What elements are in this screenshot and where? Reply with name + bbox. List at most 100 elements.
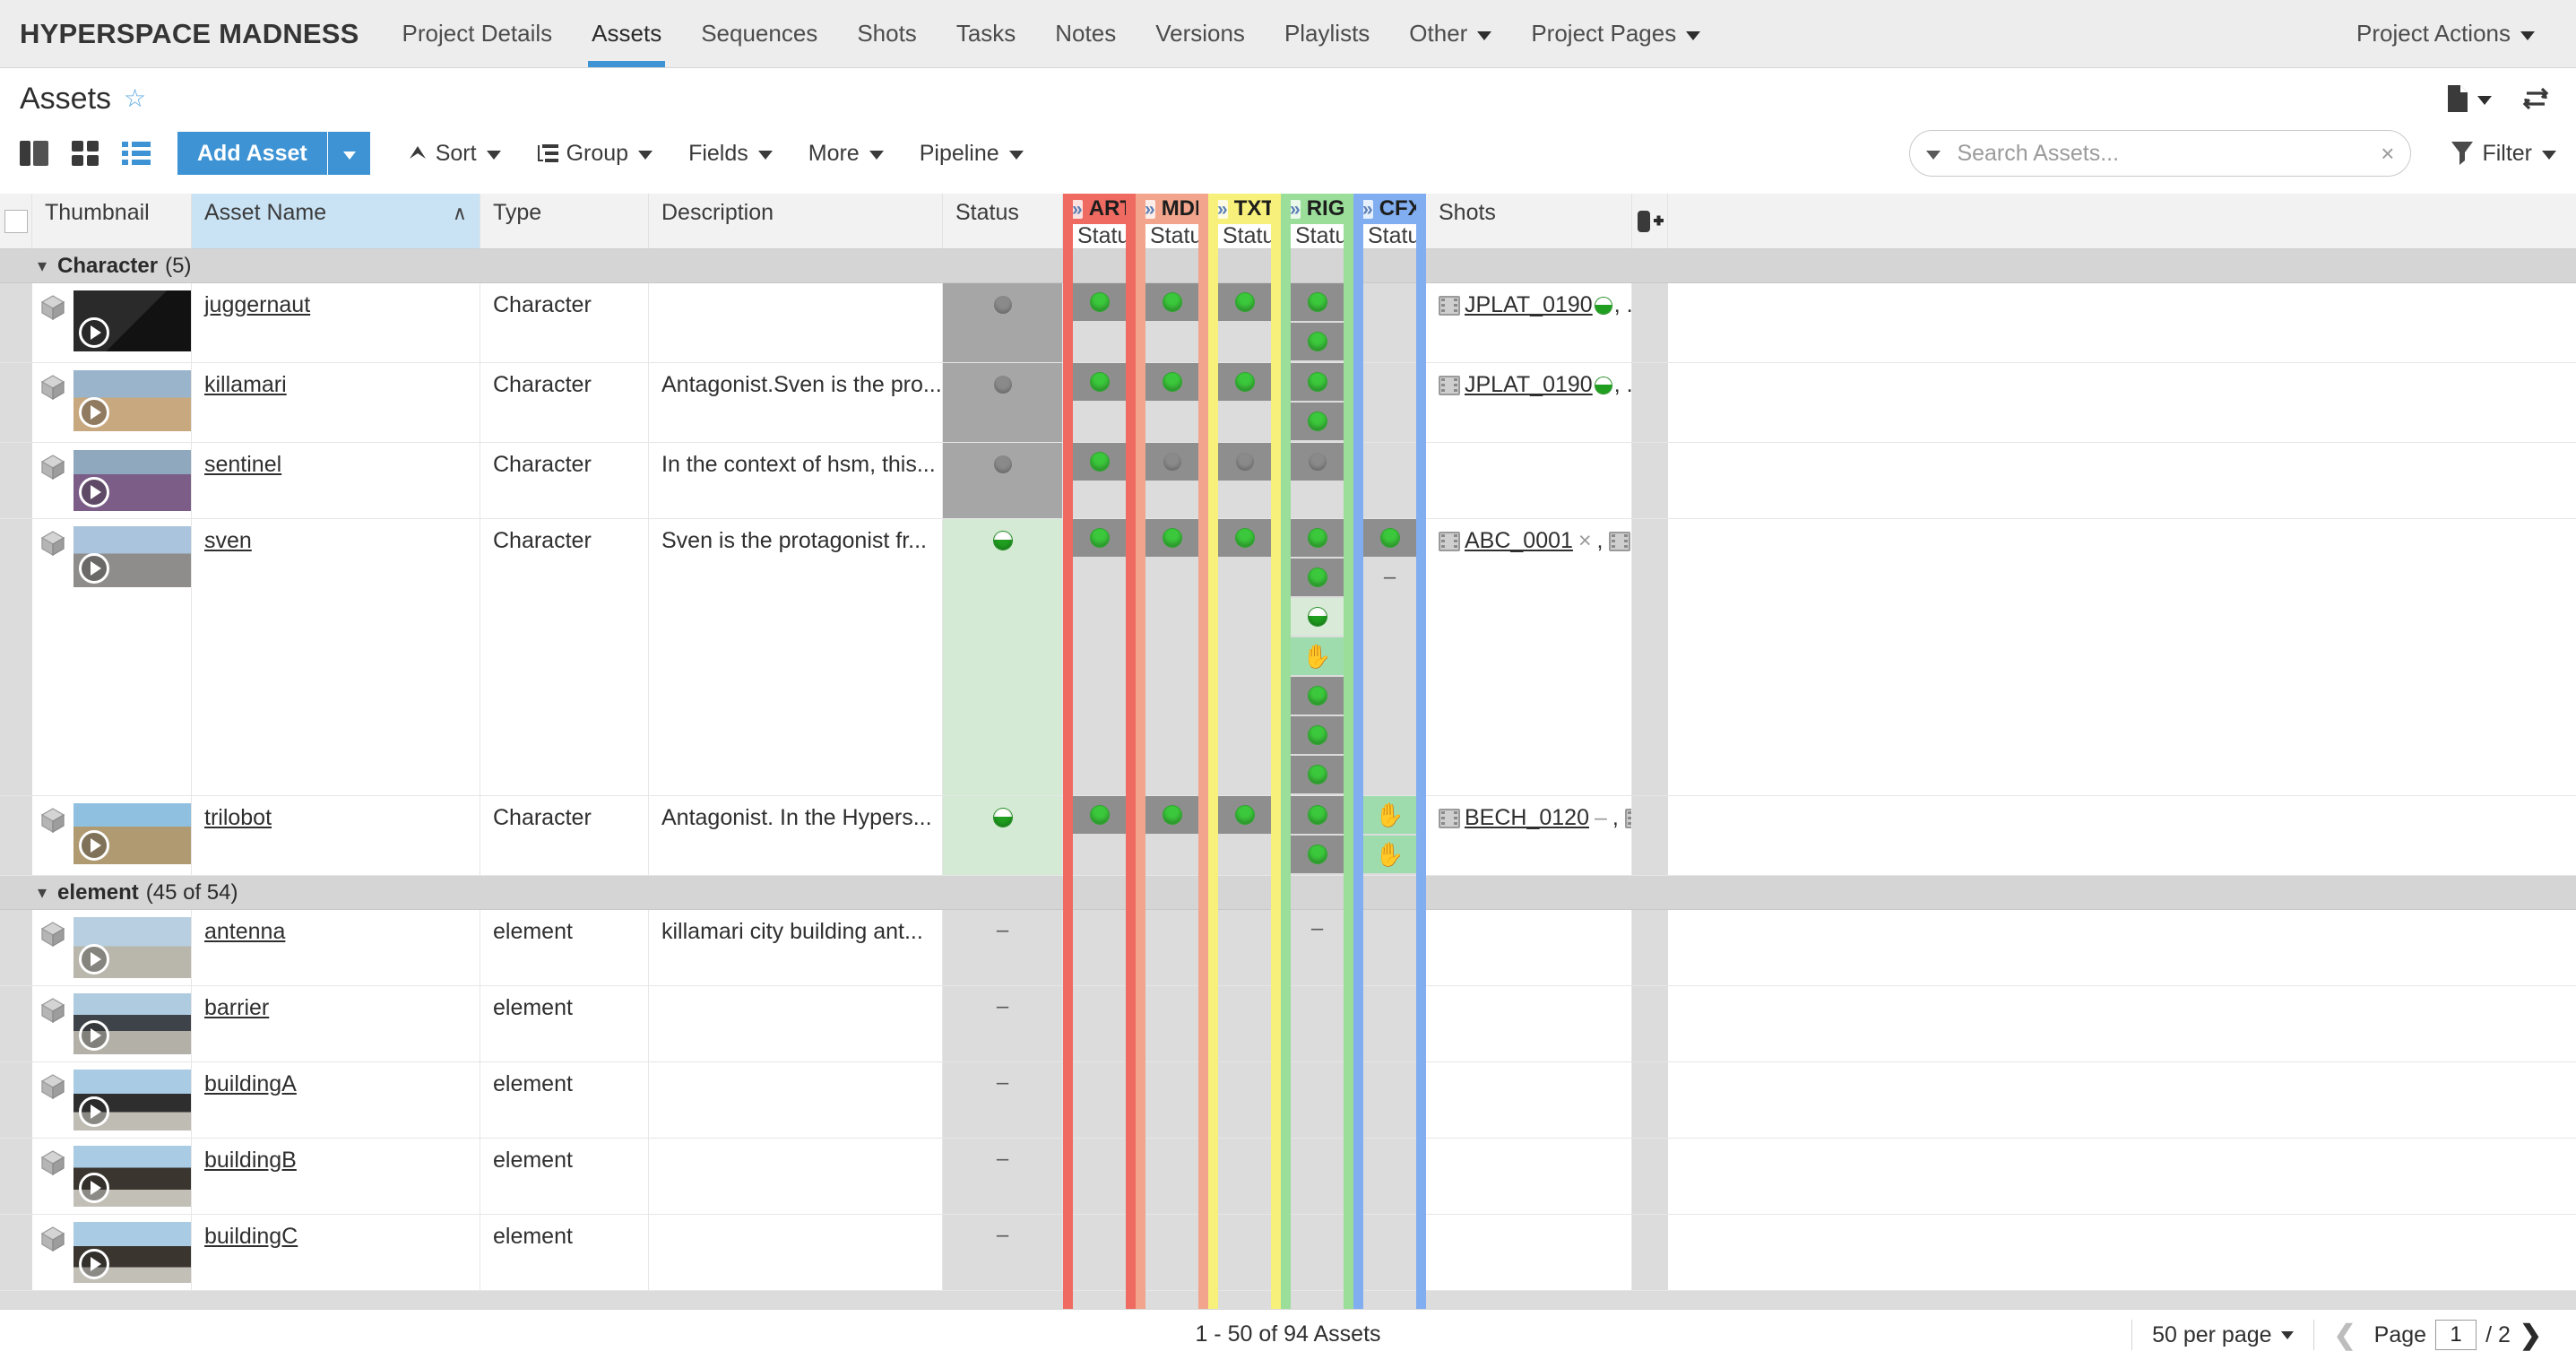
task-cell[interactable] (1281, 283, 1353, 321)
pipeline-cell-art[interactable] (1063, 910, 1136, 985)
per-page-dropdown[interactable]: 50 per page (2131, 1320, 2312, 1350)
filter-menu[interactable]: Filter (2433, 140, 2556, 167)
pipeline-cell-txt[interactable] (1208, 283, 1281, 362)
task-cell[interactable]: ✋ (1353, 796, 1426, 834)
thumbnail-cell[interactable] (32, 1139, 192, 1214)
pipeline-cell-rig[interactable] (1281, 283, 1353, 362)
asset-description-cell[interactable]: In the context of hsm, this... (649, 443, 943, 518)
pipeline-cell-txt[interactable] (1208, 443, 1281, 518)
nav-item-sequences[interactable]: Sequences (681, 0, 837, 67)
task-cell[interactable] (1353, 519, 1426, 557)
play-icon[interactable] (79, 1096, 109, 1127)
pipeline-cell-rig[interactable]: – (1281, 910, 1353, 985)
page-number-input[interactable] (2435, 1320, 2477, 1350)
pipeline-cell-txt[interactable] (1208, 363, 1281, 442)
asset-status-cell[interactable]: – (943, 1062, 1063, 1138)
task-cell[interactable] (1063, 443, 1136, 481)
pipeline-cell-art[interactable] (1063, 1062, 1136, 1138)
pipeline-cell-rig[interactable] (1281, 1215, 1353, 1290)
asset-thumbnail-image[interactable] (73, 370, 192, 431)
task-cell[interactable] (1063, 283, 1136, 321)
shot-link[interactable]: JPLAT_0190 (1465, 292, 1593, 317)
expand-step-icon[interactable]: » (1215, 200, 1228, 219)
pipeline-cell-art[interactable] (1063, 1215, 1136, 1290)
shots-cell[interactable] (1426, 1215, 1632, 1290)
expand-step-icon[interactable]: » (1361, 200, 1373, 219)
column-header-shots[interactable]: Shots (1426, 194, 1632, 248)
table-row[interactable]: buildingCelement– (0, 1215, 2576, 1291)
pipeline-cell-mdl[interactable] (1136, 283, 1208, 362)
collapse-group-icon[interactable]: ▾ (38, 881, 47, 904)
asset-status-cell[interactable] (943, 443, 1063, 518)
task-cell[interactable] (1281, 716, 1353, 754)
next-page-button[interactable]: ❯ (2520, 1320, 2542, 1351)
task-cell[interactable] (1063, 796, 1136, 834)
asset-type-cell[interactable]: Character (480, 796, 649, 875)
asset-status-cell[interactable] (943, 796, 1063, 875)
pipeline-cell-mdl[interactable] (1136, 1215, 1208, 1290)
project-actions-menu[interactable]: Project Actions (2337, 20, 2554, 48)
row-select-gutter[interactable] (0, 1215, 32, 1290)
pipeline-cell-cfx[interactable] (1353, 283, 1426, 362)
task-cell[interactable] (1281, 677, 1353, 715)
task-cell[interactable] (1208, 519, 1281, 557)
play-icon[interactable] (79, 477, 109, 507)
shot-link[interactable]: ABC_0001 (1465, 528, 1573, 553)
table-row[interactable]: sentinelCharacterIn the context of hsm, … (0, 443, 2576, 519)
status-badge[interactable] (994, 296, 1012, 314)
asset-thumbnail-image[interactable] (73, 450, 192, 511)
column-header-check[interactable] (0, 194, 32, 248)
pipeline-cell-mdl[interactable] (1136, 519, 1208, 795)
asset-description-cell[interactable]: Sven is the protagonist fr... (649, 519, 943, 795)
pipeline-cell-cfx[interactable] (1353, 1062, 1426, 1138)
thumbnail-cell[interactable] (32, 519, 192, 795)
nav-item-playlists[interactable]: Playlists (1265, 0, 1389, 67)
asset-thumbnail-image[interactable] (73, 993, 192, 1054)
pipeline-cell-rig[interactable]: ✋ (1281, 519, 1353, 795)
asset-type-cell[interactable]: Character (480, 443, 649, 518)
asset-type-cell[interactable]: element (480, 1215, 649, 1290)
asset-thumbnail-image[interactable] (73, 290, 192, 351)
thumbnail-cell[interactable] (32, 443, 192, 518)
pipeline-cell-art[interactable] (1063, 283, 1136, 362)
task-cell[interactable] (1281, 363, 1353, 401)
sort-indicator-icon[interactable]: ∧ (453, 204, 467, 223)
select-all-checkbox[interactable] (4, 210, 28, 233)
row-select-gutter[interactable] (0, 283, 32, 362)
asset-type-cell[interactable]: element (480, 1062, 649, 1138)
asset-thumbnail-image[interactable] (73, 917, 192, 978)
asset-type-cell[interactable]: Character (480, 283, 649, 362)
asset-description-cell[interactable] (649, 1062, 943, 1138)
status-badge[interactable] (994, 532, 1012, 550)
task-cell[interactable] (1281, 836, 1353, 873)
chevron-down-icon[interactable] (1926, 151, 1941, 160)
nav-item-tasks[interactable]: Tasks (937, 0, 1035, 67)
list-view-icon[interactable] (122, 142, 151, 165)
pipeline-column-header-cfx[interactable]: »CFXStatus (1353, 194, 1426, 248)
sort-menu[interactable]: Sort (390, 141, 519, 167)
thumbnail-cell[interactable] (32, 1062, 192, 1138)
thumbnail-cell[interactable] (32, 986, 192, 1061)
pipeline-cell-txt[interactable] (1208, 1062, 1281, 1138)
asset-status-cell[interactable] (943, 283, 1063, 362)
detail-view-icon[interactable] (20, 141, 48, 166)
row-select-gutter[interactable] (0, 443, 32, 518)
task-cell[interactable] (1136, 363, 1208, 401)
pipeline-cell-cfx[interactable]: – (1353, 519, 1426, 795)
pipeline-cell-txt[interactable] (1208, 910, 1281, 985)
task-cell[interactable] (1208, 283, 1281, 321)
pipeline-cell-txt[interactable] (1208, 796, 1281, 875)
pipeline-cell-rig[interactable] (1281, 443, 1353, 518)
row-select-gutter[interactable] (0, 986, 32, 1061)
asset-name-link[interactable]: buildingB (204, 1148, 297, 1173)
nav-item-project-pages[interactable]: Project Pages (1511, 0, 1720, 67)
shots-cell[interactable] (1426, 1062, 1632, 1138)
pipeline-cell-rig[interactable] (1281, 1139, 1353, 1214)
pipeline-cell-art[interactable] (1063, 519, 1136, 795)
pipeline-cell-txt[interactable] (1208, 986, 1281, 1061)
expand-step-icon[interactable]: » (1070, 200, 1083, 219)
pipeline-cell-cfx[interactable] (1353, 910, 1426, 985)
task-cell[interactable] (1281, 443, 1353, 481)
expand-step-icon[interactable]: » (1288, 200, 1301, 219)
play-icon[interactable] (79, 1249, 109, 1279)
